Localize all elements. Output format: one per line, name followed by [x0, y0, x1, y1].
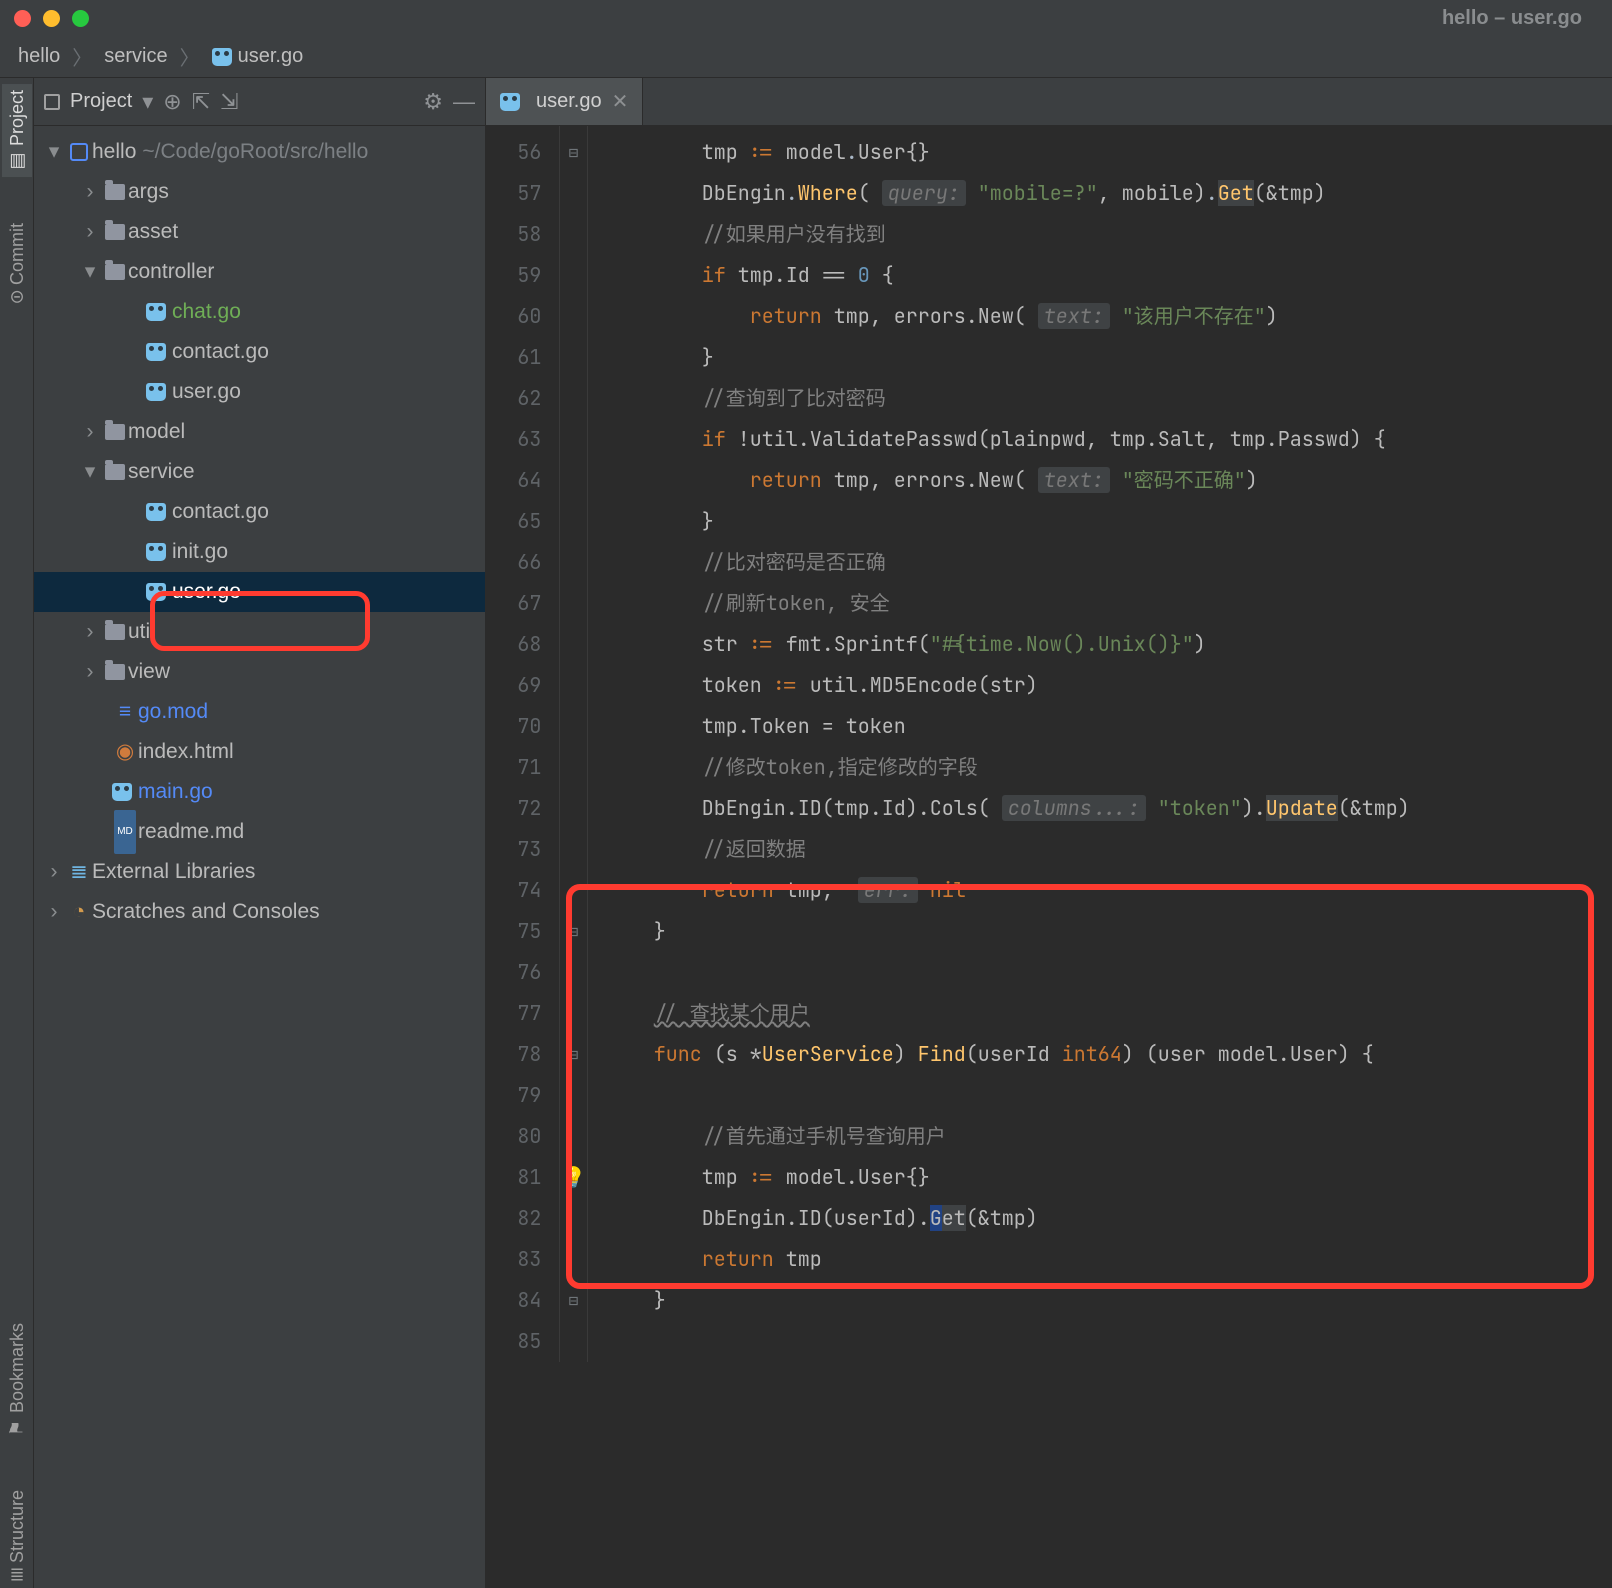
tree-file-service-contact[interactable]: contact.go	[34, 492, 485, 532]
title-bar: hello – user.go	[0, 0, 1612, 36]
gear-icon[interactable]: ⚙	[423, 89, 443, 115]
target-icon[interactable]: ⊕	[163, 89, 181, 115]
source-text[interactable]: tmp := model.User{} DbEngin.Where( query…	[588, 126, 1612, 1362]
tree-folder-view[interactable]: ›view	[34, 652, 485, 692]
project-view-icon	[44, 94, 60, 110]
library-icon: 𝌆	[66, 852, 92, 892]
tool-tab-structure[interactable]: ≣Structure	[2, 1484, 32, 1588]
bookmark-icon: ⚑	[6, 1416, 27, 1438]
project-tree[interactable]: ▾ hello ~/Code/goRoot/src/hello ›args ›a…	[34, 126, 485, 938]
folder-icon	[105, 664, 125, 680]
tree-file-service-init[interactable]: init.go	[34, 532, 485, 572]
editor-tab-user-go[interactable]: user.go ✕	[486, 78, 643, 125]
chevron-right-icon: 〉	[72, 42, 92, 71]
tool-tab-bookmarks[interactable]: ⚑Bookmarks	[2, 1317, 32, 1444]
folder-icon	[105, 424, 125, 440]
intention-bulb-icon[interactable]: 💡	[561, 1157, 586, 1198]
tree-folder-model[interactable]: ›model	[34, 412, 485, 452]
sidebar-header: Project ▾ ⊕ ⇱ ⇲ ⚙ —	[34, 78, 485, 126]
markdown-file-icon: MD	[114, 810, 136, 854]
tree-file-main[interactable]: main.go	[34, 772, 485, 812]
tool-tab-project[interactable]: ▤Project	[2, 84, 32, 177]
go-file-icon	[146, 503, 166, 521]
tree-scratches[interactable]: ›◔Scratches and Consoles	[34, 892, 485, 932]
hide-icon[interactable]: —	[453, 89, 475, 115]
go-file-icon	[112, 783, 132, 801]
go-file-icon	[500, 93, 520, 111]
sidebar-title[interactable]: Project	[70, 90, 132, 113]
left-tool-strip: ▤Project ⊝Commit ⚑Bookmarks ≣Structure	[0, 78, 34, 1588]
tree-file-gomod[interactable]: ≡go.mod	[34, 692, 485, 732]
chevron-right-icon: 〉	[180, 42, 200, 71]
tree-file-controller-user[interactable]: user.go	[34, 372, 485, 412]
tree-folder-service[interactable]: ▾service	[34, 452, 485, 492]
go-file-icon	[212, 48, 232, 66]
tree-folder-asset[interactable]: ›asset	[34, 212, 485, 252]
folder-icon: ▤	[6, 150, 27, 172]
tree-folder-controller[interactable]: ▾controller	[34, 252, 485, 292]
html-file-icon: ◉	[112, 732, 138, 772]
go-file-icon	[146, 583, 166, 601]
close-tab-icon[interactable]: ✕	[612, 89, 629, 114]
go-file-icon	[146, 543, 166, 561]
breadcrumb-file[interactable]: user.go	[212, 45, 304, 68]
dropdown-icon[interactable]: ▾	[142, 89, 153, 115]
tree-external-libraries[interactable]: ›𝌆External Libraries	[34, 852, 485, 892]
tree-folder-util[interactable]: ›util	[34, 612, 485, 652]
tree-file-controller-contact[interactable]: contact.go	[34, 332, 485, 372]
tree-folder-args[interactable]: ›args	[34, 172, 485, 212]
editor-tabs: user.go ✕	[486, 78, 1612, 126]
tree-file-service-user[interactable]: user.go	[34, 572, 485, 612]
tree-file-controller-chat[interactable]: chat.go	[34, 292, 485, 332]
scratches-icon: ◔	[66, 892, 92, 932]
folder-icon	[105, 464, 125, 480]
structure-icon: ≣	[9, 1563, 24, 1585]
expand-icon[interactable]: ⇱	[192, 89, 210, 115]
folder-icon	[105, 184, 125, 200]
project-tool-window: Project ▾ ⊕ ⇱ ⇲ ⚙ — ▾ hello ~/Code/goRoo…	[34, 78, 486, 1588]
breadcrumb-package[interactable]: service	[104, 45, 167, 68]
close-window-button[interactable]	[14, 10, 31, 27]
collapse-icon[interactable]: ⇲	[220, 89, 238, 115]
minimize-window-button[interactable]	[43, 10, 60, 27]
maximize-window-button[interactable]	[72, 10, 89, 27]
breadcrumb: hello 〉 service 〉 user.go	[0, 36, 1612, 78]
go-file-icon	[146, 303, 166, 321]
editor-tab-label: user.go	[536, 90, 602, 113]
traffic-lights	[14, 10, 89, 27]
gutter-icons: ⊟⊟⊟💡⊟	[560, 126, 587, 1362]
tool-tab-commit[interactable]: ⊝Commit	[2, 217, 32, 310]
commit-icon: ⊝	[9, 286, 24, 308]
go-file-icon	[146, 343, 166, 361]
window-title: hello – user.go	[0, 7, 1612, 30]
breadcrumb-project[interactable]: hello	[18, 45, 60, 68]
module-icon	[70, 143, 88, 161]
tree-file-index[interactable]: ◉index.html	[34, 732, 485, 772]
editor-area: user.go ✕ 565758596061626364656667686970…	[486, 78, 1612, 1588]
go-file-icon	[146, 383, 166, 401]
folder-icon	[105, 264, 125, 280]
code-editor[interactable]: 5657585960616263646566676869707172737475…	[486, 126, 1612, 1588]
folder-icon	[105, 624, 125, 640]
folder-icon	[105, 224, 125, 240]
tree-project-root[interactable]: ▾ hello ~/Code/goRoot/src/hello	[34, 132, 485, 172]
tree-file-readme[interactable]: MDreadme.md	[34, 812, 485, 852]
line-number-gutter: 5657585960616263646566676869707172737475…	[486, 126, 560, 1362]
